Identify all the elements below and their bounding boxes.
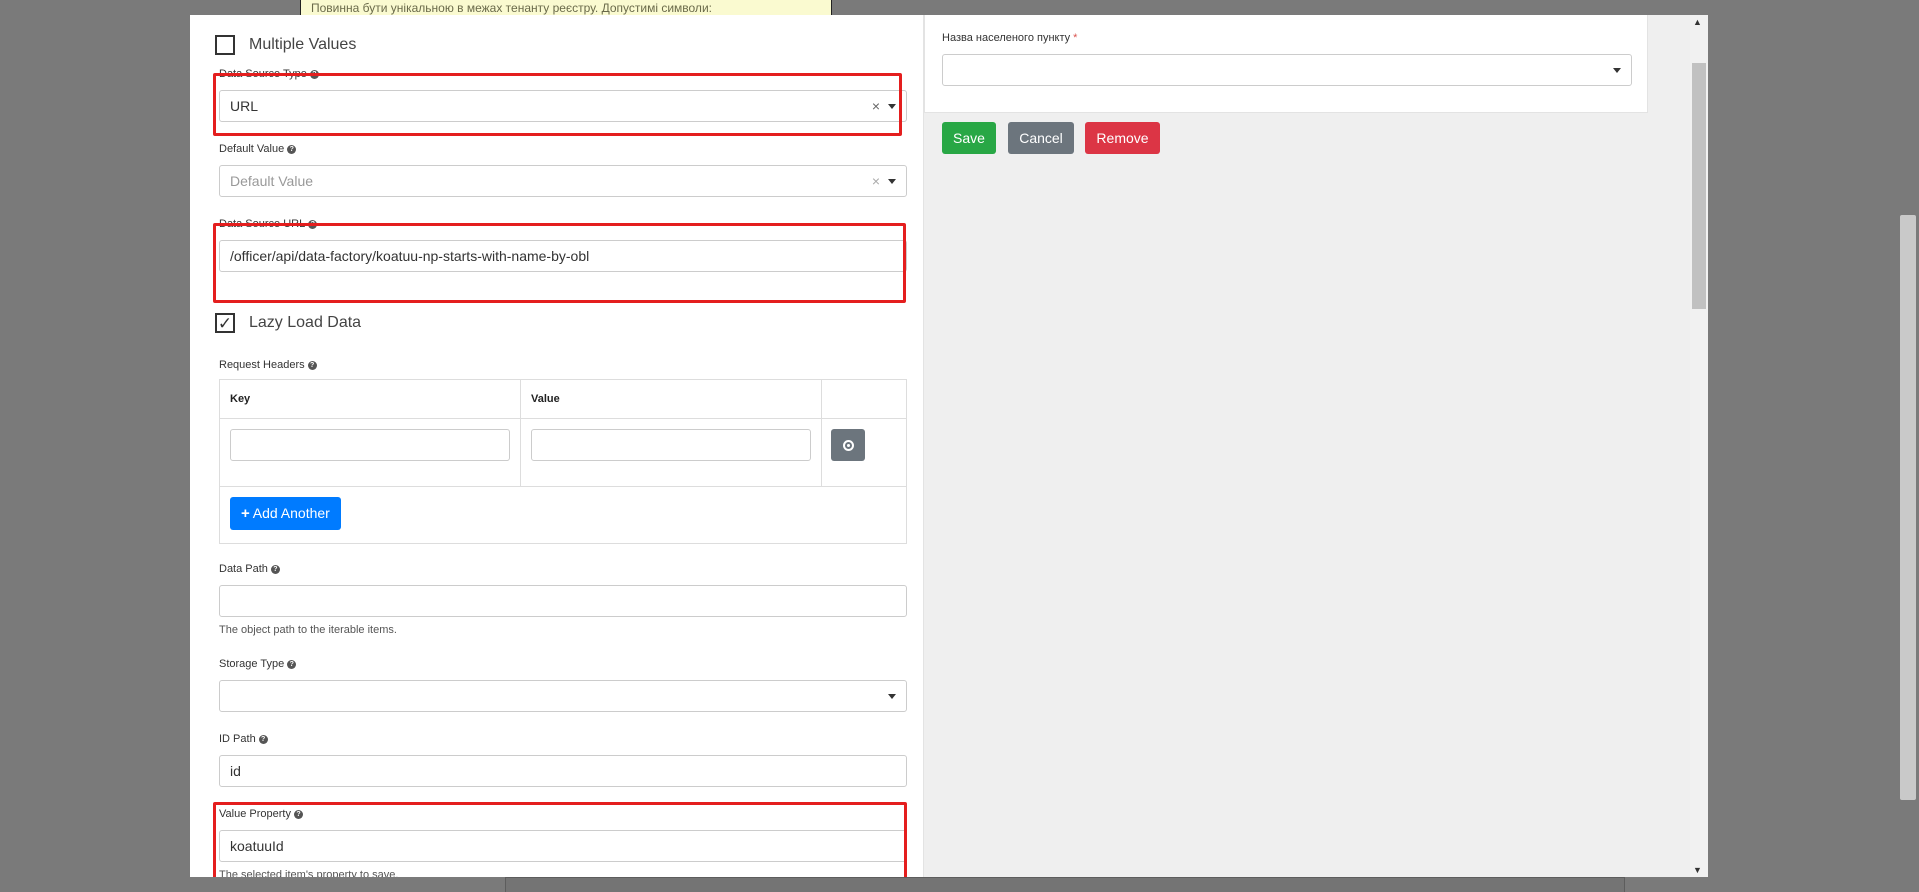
- page-scrollbar-thumb[interactable]: [1900, 215, 1916, 800]
- help-icon[interactable]: ?: [287, 144, 297, 154]
- modal-scrollbar-thumb[interactable]: [1692, 63, 1706, 309]
- settlement-name-label: Назва населеного пункту: [942, 32, 1071, 44]
- checkbox-icon: ✓: [217, 313, 233, 333]
- multiple-values-checkbox[interactable]: [215, 35, 235, 55]
- remove-row-button[interactable]: [831, 429, 865, 461]
- id-path-value: id: [230, 763, 241, 779]
- background-hint-strip: Повинна бути унікальною в межах тенанту …: [300, 0, 832, 16]
- storage-type-field: Storage Type?: [219, 657, 907, 712]
- data-path-field: Data Path? The object path to the iterab…: [219, 562, 907, 636]
- add-another-label: Add Another: [252, 505, 330, 521]
- help-icon[interactable]: ?: [307, 360, 317, 370]
- plus-icon: +: [241, 505, 250, 522]
- edit-component-modal: Multiple Values Data Source Type? URL × …: [190, 15, 1708, 877]
- default-value-placeholder: Default Value: [230, 173, 314, 189]
- dropdown-caret-icon[interactable]: [888, 179, 896, 184]
- column-header-key: Key: [230, 393, 251, 405]
- column-header-value: Value: [531, 393, 560, 405]
- request-headers-table: Key Value + Add Another: [219, 379, 907, 544]
- remove-circle-icon: [842, 439, 854, 451]
- id-path-label: ID Path: [219, 733, 256, 745]
- dropdown-caret-icon[interactable]: [888, 694, 896, 699]
- lazy-load-checkbox[interactable]: ✓: [215, 313, 235, 333]
- request-headers-label-row: Request Headers?: [219, 358, 907, 372]
- preview-card: Назва населеного пункту *: [924, 15, 1648, 113]
- settings-form: Multiple Values Data Source Type? URL × …: [190, 15, 924, 877]
- data-path-input[interactable]: [219, 585, 907, 617]
- highlight-value-property: [213, 802, 907, 877]
- preview-pane: Назва населеного пункту * Save Cancel Rem…: [924, 15, 1708, 877]
- multiple-values-label: Multiple Values: [249, 36, 357, 53]
- lazy-load-row[interactable]: ✓ Lazy Load Data: [215, 311, 361, 335]
- data-path-label: Data Path: [219, 563, 268, 575]
- row-divider: [220, 486, 906, 487]
- remove-button[interactable]: Remove: [1085, 122, 1160, 154]
- background-hint-text: Повинна бути унікальною в межах тенанту …: [311, 1, 712, 15]
- help-icon[interactable]: ?: [258, 734, 268, 744]
- id-path-input[interactable]: id: [219, 755, 907, 787]
- background-panel: [505, 877, 1625, 892]
- required-mark: *: [1073, 32, 1078, 44]
- storage-type-select[interactable]: [219, 680, 907, 712]
- settlement-name-field: Назва населеного пункту *: [942, 31, 1632, 86]
- lazy-load-label: Lazy Load Data: [249, 314, 362, 331]
- id-path-field: ID Path? id: [219, 732, 907, 787]
- data-path-hint: The object path to the iterable items.: [219, 624, 397, 636]
- scroll-down-icon[interactable]: ▼: [1693, 865, 1702, 875]
- column-divider: [821, 380, 822, 486]
- header-key-input[interactable]: [230, 429, 510, 461]
- default-value-field: Default Value? Default Value ×: [219, 142, 907, 197]
- help-icon[interactable]: ?: [287, 659, 297, 669]
- default-value-select[interactable]: Default Value ×: [219, 165, 907, 197]
- save-button[interactable]: Save: [942, 122, 996, 154]
- scroll-up-icon[interactable]: ▲: [1693, 17, 1702, 27]
- clear-icon[interactable]: ×: [872, 166, 880, 196]
- highlight-data-source-type: [213, 73, 902, 136]
- settlement-name-select[interactable]: [942, 54, 1632, 86]
- help-icon[interactable]: ?: [270, 564, 280, 574]
- header-value-input[interactable]: [531, 429, 811, 461]
- default-value-label: Default Value: [219, 143, 285, 155]
- dropdown-caret-icon[interactable]: [1613, 68, 1621, 73]
- cancel-button[interactable]: Cancel: [1008, 122, 1074, 154]
- multiple-values-row[interactable]: Multiple Values: [215, 33, 356, 57]
- storage-type-label: Storage Type: [219, 658, 285, 670]
- request-headers-label: Request Headers: [219, 359, 305, 371]
- modal-scrollbar[interactable]: ▲ ▼: [1690, 15, 1708, 877]
- row-divider: [220, 418, 906, 419]
- highlight-data-source-url: [213, 223, 906, 303]
- add-another-button[interactable]: + Add Another: [230, 497, 341, 530]
- column-divider: [520, 380, 521, 486]
